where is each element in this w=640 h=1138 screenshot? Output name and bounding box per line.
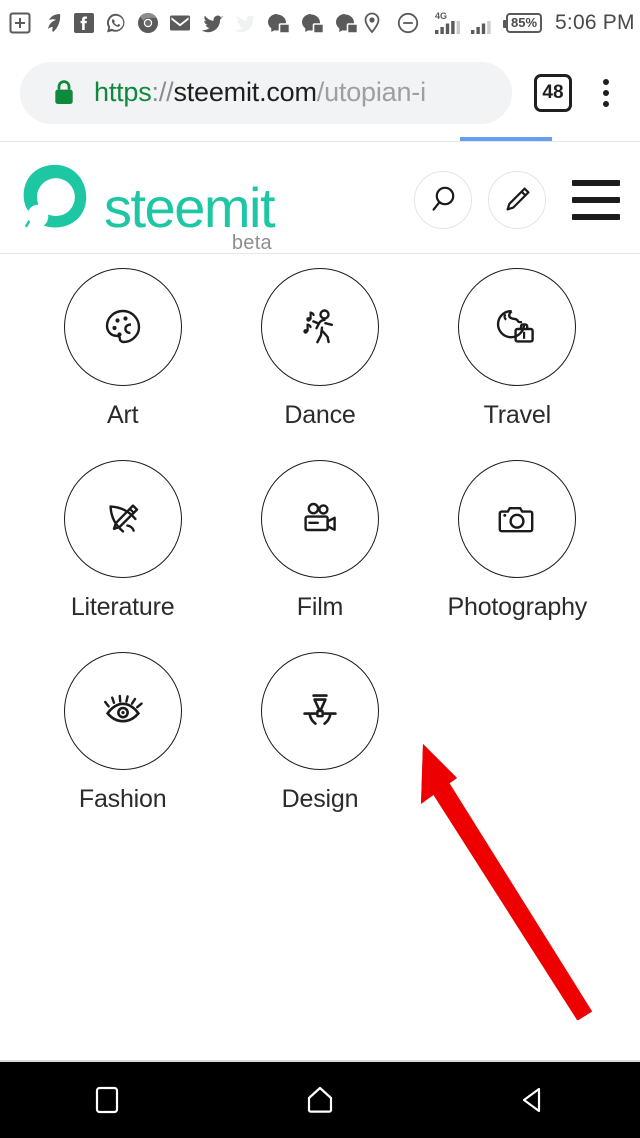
- hamburger-menu-icon[interactable]: [572, 179, 620, 220]
- twitter-faded-icon: [234, 15, 257, 32]
- category-icon-circle[interactable]: [260, 268, 379, 386]
- steemit-site-header: steemit beta: [0, 146, 640, 254]
- url-text: https://steemit.com/utopian-i: [94, 77, 426, 108]
- movie-camera-icon: [304, 502, 336, 532]
- header-actions: [414, 170, 622, 229]
- category-label: Film: [296, 593, 344, 621]
- category-label: Photography: [447, 593, 588, 621]
- tab-count-label: 48: [542, 81, 564, 103]
- chrome-divider: [0, 141, 640, 142]
- status-notification-icons: [8, 11, 360, 35]
- category-item-empty-slot: [419, 652, 616, 814]
- status-system-icons: 4G 85% 5:06 PM: [360, 10, 635, 36]
- url-separator: ://: [151, 77, 174, 107]
- search-button[interactable]: [414, 170, 472, 229]
- dancer-music-icon: [303, 309, 333, 344]
- category-icon-circle[interactable]: [458, 268, 577, 386]
- create-post-button[interactable]: [488, 170, 546, 229]
- category-item-design[interactable]: Design: [221, 652, 418, 814]
- brand-logo-link[interactable]: steemit beta: [16, 163, 276, 254]
- chrome-icon: [138, 12, 158, 33]
- network-type-label: 4G: [435, 11, 447, 21]
- category-label: Literature: [70, 593, 175, 621]
- signal-bars-secondary-icon: [471, 20, 491, 34]
- messenger-icon-1: [268, 13, 291, 34]
- photo-camera-icon: [498, 507, 534, 533]
- browser-toolbar: https://steemit.com/utopian-i 48: [0, 45, 640, 140]
- search-icon: [432, 186, 455, 211]
- brand-wordmark: steemit: [104, 176, 276, 240]
- lock-icon: [55, 79, 73, 104]
- category-label: Dance: [284, 401, 356, 429]
- category-item-fashion[interactable]: Fashion: [24, 652, 221, 814]
- brand-wordmark-wrap: steemit beta: [104, 176, 276, 254]
- messenger-icon-3: [336, 13, 359, 34]
- signal-4g-icon: 4G: [435, 11, 460, 34]
- url-bar[interactable]: https://steemit.com/utopian-i: [20, 61, 512, 124]
- category-item-photography[interactable]: Photography: [419, 460, 616, 622]
- pen-nib-bezier-icon: [303, 694, 337, 725]
- palette-icon: [105, 309, 140, 344]
- category-icon-circle[interactable]: [260, 652, 379, 770]
- location-pin-icon: [364, 12, 380, 33]
- home-button[interactable]: [213, 1062, 426, 1138]
- tab-switcher-button[interactable]: 48: [534, 73, 572, 112]
- url-path: /utopian-i: [316, 77, 426, 107]
- status-bar: 4G 85% 5:06 PM: [0, 0, 640, 45]
- phone-screen: 4G 85% 5:06 PM https://steemit.com/utopi…: [0, 0, 640, 1138]
- globe-suitcase-icon: [497, 309, 535, 343]
- whatsapp-icon: [106, 13, 125, 32]
- recents-button[interactable]: [0, 1062, 213, 1138]
- category-item-travel[interactable]: Travel: [419, 268, 616, 430]
- category-item-art[interactable]: Art: [24, 268, 221, 430]
- do-not-disturb-icon: [397, 12, 419, 33]
- category-item-dance[interactable]: Dance: [221, 268, 418, 430]
- status-clock: 5:06 PM: [555, 10, 635, 34]
- twitter-icon: [201, 15, 224, 32]
- category-icon-circle[interactable]: [458, 460, 577, 578]
- category-label: Travel: [483, 401, 552, 429]
- quill-pen-icon: [109, 504, 138, 533]
- category-label: Fashion: [78, 785, 167, 813]
- swoop-bird-icon: [48, 13, 61, 32]
- category-icon-circle[interactable]: [63, 268, 182, 386]
- android-nav-bar: [0, 1062, 640, 1138]
- gmail-icon: [170, 15, 190, 30]
- battery-indicator: 85%: [502, 12, 543, 33]
- category-item-literature[interactable]: Literature: [24, 460, 221, 622]
- steemit-logo-icon: [23, 164, 87, 228]
- back-triangle-icon: [523, 1087, 541, 1113]
- category-icon-circle[interactable]: [260, 460, 379, 578]
- home-pentagon-icon: [307, 1086, 333, 1113]
- category-label: Design: [281, 785, 359, 813]
- add-box-icon: [9, 12, 31, 33]
- category-item-film[interactable]: Film: [221, 460, 418, 622]
- battery-percent-label: 85%: [511, 15, 538, 30]
- url-host: steemit.com: [173, 77, 317, 107]
- pencil-icon: [506, 187, 530, 210]
- back-button[interactable]: [427, 1062, 640, 1138]
- eye-lashes-icon: [103, 694, 143, 723]
- category-grid: Art Dance Travel Literature Film Photogr…: [0, 268, 640, 814]
- brand-tagline: beta: [231, 231, 272, 254]
- category-label: Art: [106, 401, 139, 429]
- url-scheme: https: [94, 77, 152, 107]
- three-dot-menu-icon[interactable]: [586, 73, 626, 113]
- category-icon-circle[interactable]: [63, 652, 182, 770]
- category-icon-circle[interactable]: [63, 460, 182, 578]
- messenger-icon-2: [302, 13, 325, 34]
- facebook-icon: [74, 12, 94, 33]
- square-icon: [95, 1086, 118, 1114]
